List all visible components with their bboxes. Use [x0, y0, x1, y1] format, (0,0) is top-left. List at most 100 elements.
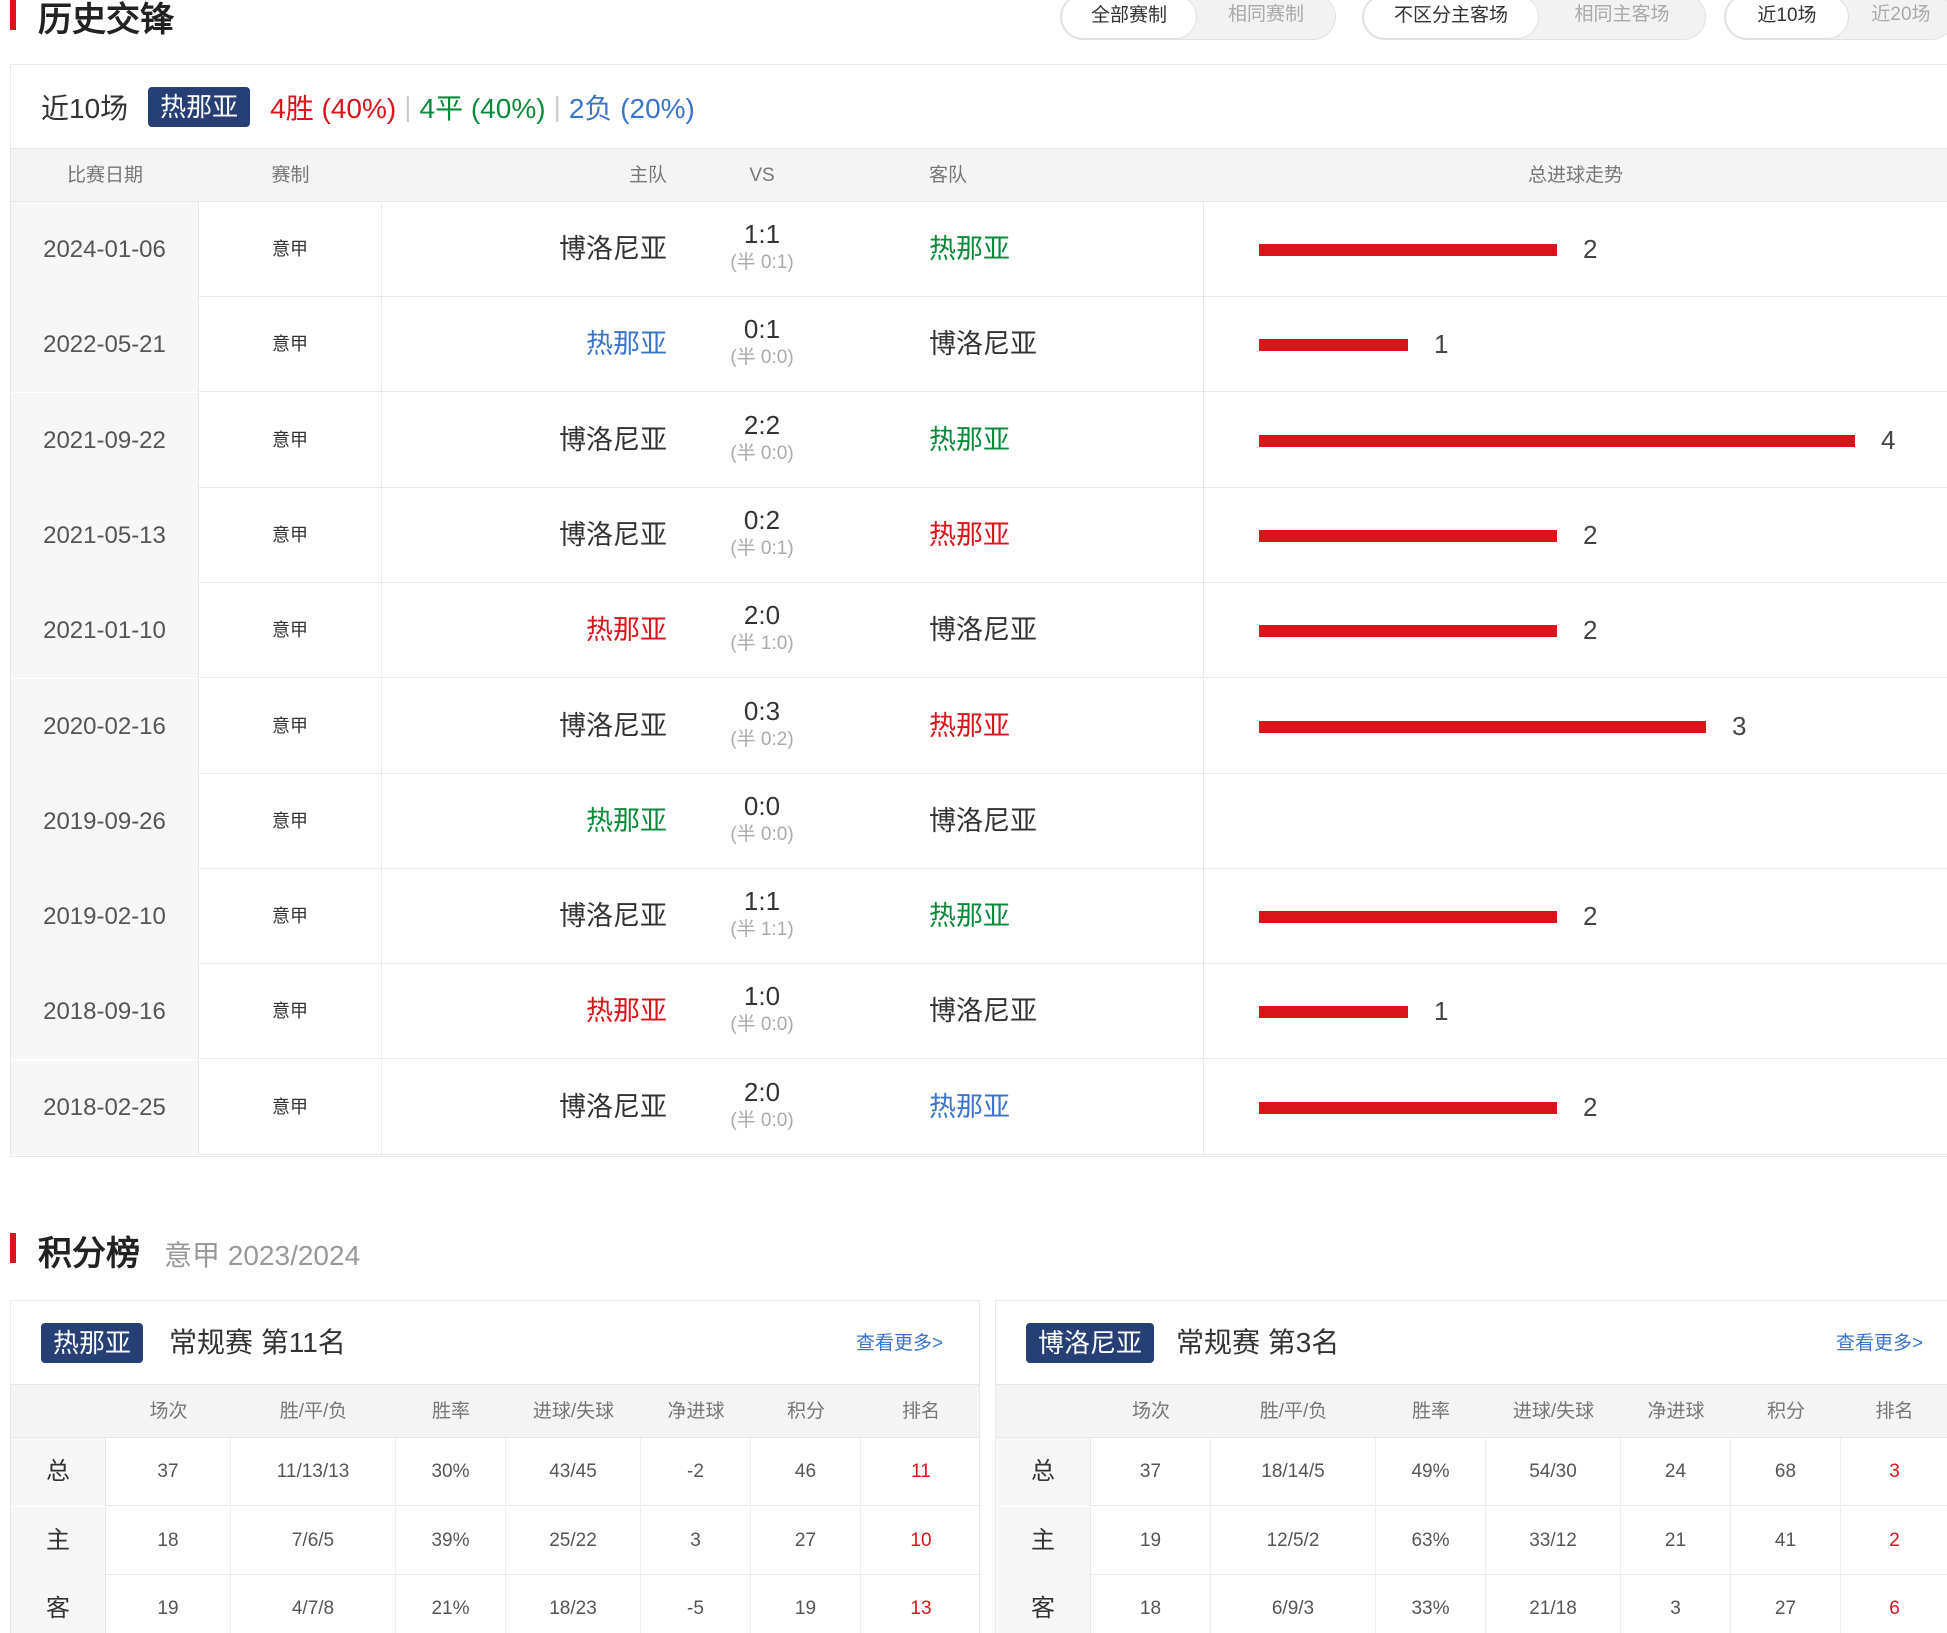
total-goals-value: 4: [1881, 424, 1896, 455]
total-goals-value: 2: [1583, 1091, 1598, 1122]
match-date: 2020-02-16: [11, 678, 199, 774]
standings-cell: 21%: [396, 1575, 506, 1633]
match-competition: 意甲: [199, 202, 382, 297]
standings-row: 总 37 11/13/13 30% 43/45 -2 46 11: [11, 1438, 979, 1506]
away-team[interactable]: 热那亚: [929, 202, 1209, 297]
goal-trend: 3: [1203, 678, 1947, 774]
standings-cell: 6/9/3: [1211, 1575, 1376, 1633]
home-team[interactable]: 博洛尼亚: [382, 488, 667, 583]
total-goals-bar: [1259, 625, 1557, 638]
total-goals-bar: [1259, 911, 1557, 924]
match-row: 2019-09-26 意甲 热那亚 0:0 (半 0:0) 博洛尼亚: [11, 773, 1947, 869]
standings-cell: 21: [1621, 1506, 1731, 1575]
standings-cell: 49%: [1376, 1438, 1486, 1506]
away-team[interactable]: 热那亚: [929, 1060, 1209, 1155]
standings-row: 主 18 7/6/5 39% 25/22 3 27 10: [11, 1506, 979, 1575]
home-team[interactable]: 热那亚: [382, 583, 667, 678]
count-filter: 近10场 近20场: [1724, 0, 1947, 40]
total-goals-value: 1: [1434, 329, 1449, 360]
goal-trend: 2: [1203, 1059, 1947, 1155]
standings-cell: 19: [1091, 1506, 1211, 1575]
match-competition: 意甲: [199, 297, 382, 393]
goal-trend: 2: [1203, 869, 1947, 965]
away-team[interactable]: 博洛尼亚: [929, 297, 1209, 392]
standings-cell: 19: [751, 1575, 861, 1633]
standings-row-label: 客: [996, 1575, 1091, 1633]
standings-panel-header: 博洛尼亚 常规赛 第3名 查看更多>: [996, 1301, 1947, 1384]
summary-divider: |: [404, 91, 412, 122]
away-team[interactable]: 热那亚: [929, 488, 1209, 583]
home-team[interactable]: 热那亚: [382, 297, 667, 392]
total-goals-bar: [1259, 720, 1706, 733]
away-team[interactable]: 热那亚: [929, 393, 1209, 488]
filter-same-competition[interactable]: 相同赛制: [1197, 0, 1335, 39]
home-team[interactable]: 博洛尼亚: [382, 393, 667, 488]
away-team[interactable]: 热那亚: [929, 869, 1209, 964]
match-date: 2021-09-22: [11, 392, 199, 488]
standings-cell: 18: [106, 1506, 231, 1575]
home-team[interactable]: 博洛尼亚: [382, 869, 667, 964]
col-away: 客队: [929, 165, 968, 186]
h2h-table-header: 比赛日期 赛制 主队 VS 客队 总进球走势: [11, 148, 1947, 202]
goal-trend: 2: [1203, 202, 1947, 297]
match-competition: 意甲: [199, 392, 382, 488]
standings-cell: 46: [751, 1438, 861, 1506]
home-team[interactable]: 热那亚: [382, 964, 667, 1059]
standings-cell: 13: [910, 1598, 932, 1619]
view-more-link[interactable]: 查看更多>: [856, 1329, 943, 1359]
away-team[interactable]: 博洛尼亚: [929, 774, 1209, 869]
total-goals-value: 3: [1732, 710, 1747, 741]
match-date: 2024-01-06: [11, 202, 199, 297]
filter-all-competitions[interactable]: 全部赛制: [1061, 0, 1197, 39]
standings-col-header: 胜率: [431, 1401, 470, 1422]
match-date: 2021-05-13: [11, 487, 199, 583]
standings-cell: 33%: [1376, 1575, 1486, 1633]
goal-trend: 4: [1203, 392, 1947, 488]
home-team[interactable]: 博洛尼亚: [382, 679, 667, 774]
section-accent-bar: [10, 0, 16, 30]
match-competition: 意甲: [199, 964, 382, 1060]
filter-last-20[interactable]: 近20场: [1849, 0, 1947, 39]
standings-cell: 7/6/5: [231, 1506, 396, 1575]
match-row: 2022-05-21 意甲 热那亚 0:1 (半 0:0) 博洛尼亚 1: [11, 297, 1947, 393]
h2h-panel: 近10场 热那亚 4胜 (40%) | 4平 (40%) | 2负 (20%) …: [10, 64, 1947, 1157]
away-team[interactable]: 博洛尼亚: [929, 583, 1209, 678]
summary-losses: 2负 (20%): [568, 93, 695, 124]
standings-cell: 6: [1889, 1598, 1900, 1619]
filter-any-venue[interactable]: 不区分主客场: [1363, 0, 1539, 39]
match-score: 2:0 (半 0:0): [687, 1060, 837, 1155]
half-time-score: (半 0:0): [730, 1014, 794, 1036]
home-team[interactable]: 博洛尼亚: [382, 202, 667, 297]
filter-last-10[interactable]: 近10场: [1725, 0, 1849, 39]
full-time-score: 0:3: [743, 695, 781, 726]
match-row: 2021-09-22 意甲 博洛尼亚 2:2 (半 0:0) 热那亚 4: [11, 392, 1947, 488]
standings-cell: 3: [1621, 1575, 1731, 1633]
match-score: 0:1 (半 0:0): [687, 297, 837, 392]
standings-row: 客 19 4/7/8 21% 18/23 -5 19 13: [11, 1575, 979, 1633]
match-date: 2019-02-10: [11, 869, 199, 965]
full-time-score: 1:1: [743, 219, 781, 249]
goal-trend: 2: [1203, 583, 1947, 679]
full-time-score: 0:1: [743, 314, 781, 345]
standings-col-header: 净进球: [667, 1401, 725, 1422]
away-team[interactable]: 热那亚: [929, 679, 1209, 774]
standings-cell: 4/7/8: [231, 1575, 396, 1633]
match-row: 2019-02-10 意甲 博洛尼亚 1:1 (半 1:1) 热那亚 2: [11, 869, 1947, 965]
standings-cell: 43/45: [506, 1438, 641, 1506]
standings-row-label: 客: [11, 1575, 106, 1633]
standings-row-label: 总: [11, 1438, 106, 1506]
filter-same-venue[interactable]: 相同主客场: [1539, 0, 1705, 39]
full-time-score: 1:1: [743, 886, 781, 917]
match-date: 2018-09-16: [11, 964, 199, 1060]
standings-col-header: 胜/平/负: [1259, 1401, 1328, 1422]
away-team[interactable]: 博洛尼亚: [929, 964, 1209, 1059]
home-team[interactable]: 博洛尼亚: [382, 1060, 667, 1155]
goal-trend: 1: [1203, 964, 1947, 1060]
team-tag: 博洛尼亚: [1026, 1323, 1155, 1363]
total-goals-bar: [1259, 1101, 1557, 1114]
h2h-header: 历史交锋 全部赛制 相同赛制 不区分主客场 相同主客场 近10场 近20场: [10, 0, 1947, 40]
view-more-link[interactable]: 查看更多>: [1836, 1329, 1923, 1359]
half-time-score: (半 0:0): [730, 442, 794, 464]
home-team[interactable]: 热那亚: [382, 774, 667, 869]
half-time-score: (半 1:1): [730, 919, 794, 941]
